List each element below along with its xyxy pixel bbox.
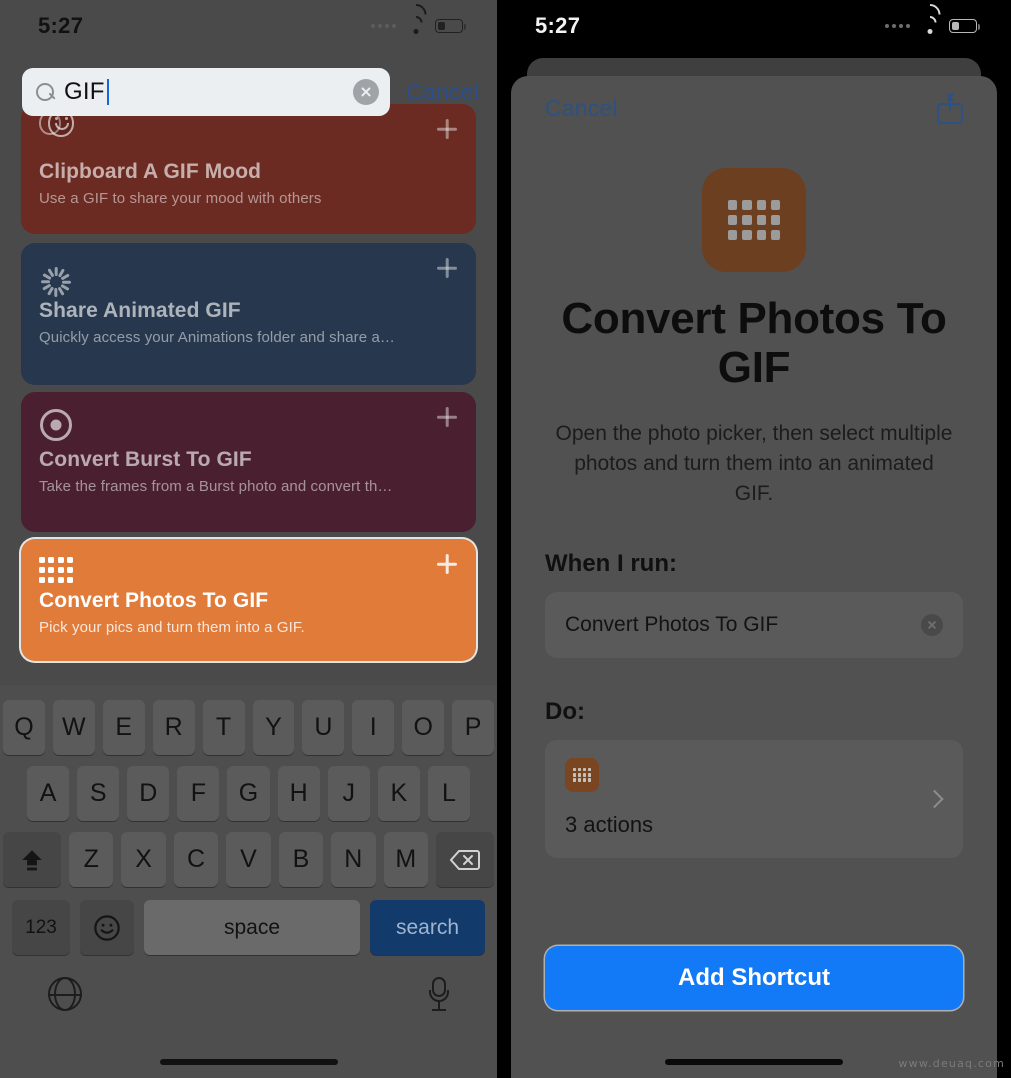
key-q[interactable]: Q bbox=[2, 700, 45, 755]
numbers-key[interactable]: 123 bbox=[12, 900, 70, 955]
keyboard-row-2: A S D F G H J K L bbox=[0, 755, 497, 821]
globe-icon[interactable] bbox=[47, 977, 83, 1011]
status-time: 5:27 bbox=[38, 13, 84, 38]
result-card-subtitle: Take the frames from a Burst photo and c… bbox=[39, 478, 393, 495]
result-card-share-animated-gif[interactable]: Share Animated GIF Quickly access your A… bbox=[21, 243, 476, 385]
key-z[interactable]: Z bbox=[69, 832, 114, 887]
search-icon bbox=[36, 82, 55, 102]
key-t[interactable]: T bbox=[202, 700, 245, 755]
sheet-header: Cancel bbox=[545, 76, 963, 140]
actions-count: 3 actions bbox=[565, 811, 654, 837]
key-k[interactable]: K bbox=[377, 766, 420, 821]
key-o[interactable]: O bbox=[402, 700, 445, 755]
space-key[interactable]: space bbox=[144, 900, 360, 955]
key-r[interactable]: R bbox=[152, 700, 195, 755]
key-a[interactable]: A bbox=[27, 766, 70, 821]
key-p[interactable]: P bbox=[452, 700, 495, 755]
key-i[interactable]: I bbox=[352, 700, 395, 755]
result-card-title: Convert Photos To GIF bbox=[39, 589, 269, 612]
shortcut-detail-sheet: Cancel Convert Photos To GIF Open the ph… bbox=[511, 76, 997, 1078]
burst-target-icon bbox=[39, 408, 458, 442]
keyboard-bottom-row bbox=[0, 955, 497, 1012]
status-indicators bbox=[371, 0, 467, 34]
when-i-run-field[interactable]: Convert Photos To GIF bbox=[545, 591, 963, 658]
grid-dots-icon bbox=[39, 555, 458, 583]
when-i-run-label: When I run: bbox=[545, 549, 677, 577]
result-card-title: Share Animated GIF bbox=[39, 299, 241, 322]
right-phone-screen: 5:27 Cancel Convert Photos To GIF Open t… bbox=[497, 0, 1011, 1078]
key-l[interactable]: L bbox=[427, 766, 470, 821]
status-bar-left: 5:27 bbox=[0, 0, 497, 52]
result-card-convert-photos-to-gif[interactable]: Convert Photos To GIF Pick your pics and… bbox=[21, 539, 476, 661]
key-j[interactable]: J bbox=[327, 766, 370, 821]
status-time: 5:27 bbox=[535, 13, 581, 38]
status-bar-right: 5:27 bbox=[497, 0, 1011, 52]
share-export-icon[interactable] bbox=[937, 92, 963, 124]
wifi-icon bbox=[400, 0, 431, 34]
result-card-clipboard-a-gif-mood[interactable]: Clipboard A GIF Mood Use a GIF to share … bbox=[21, 104, 476, 234]
key-g[interactable]: G bbox=[227, 766, 270, 821]
battery-low-icon bbox=[435, 19, 467, 33]
key-x[interactable]: X bbox=[121, 832, 166, 887]
add-shortcut-button[interactable]: Add Shortcut bbox=[545, 946, 963, 1010]
sparkle-icon bbox=[39, 259, 458, 297]
key-b[interactable]: B bbox=[278, 832, 324, 887]
signal-dots-icon bbox=[885, 24, 910, 28]
grid-dots-icon bbox=[728, 200, 780, 240]
chevron-right-icon[interactable] bbox=[925, 789, 944, 809]
search-bar-row: GIF Cancel bbox=[0, 68, 497, 116]
search-input[interactable]: GIF bbox=[22, 68, 391, 116]
key-f[interactable]: F bbox=[177, 766, 220, 821]
actions-row[interactable]: 3 actions bbox=[545, 739, 963, 858]
do-label: Do: bbox=[545, 697, 585, 725]
home-indicator[interactable] bbox=[665, 1059, 843, 1065]
cancel-search-button[interactable]: Cancel bbox=[406, 79, 479, 106]
key-y[interactable]: Y bbox=[252, 700, 295, 755]
text-cursor bbox=[106, 79, 110, 105]
key-h[interactable]: H bbox=[277, 766, 320, 821]
home-indicator[interactable] bbox=[159, 1059, 338, 1065]
watermark: www.deuaq.com bbox=[898, 1057, 1005, 1070]
search-input-value: GIF bbox=[64, 78, 110, 106]
shortcut-grid-icon bbox=[565, 757, 599, 792]
key-n[interactable]: N bbox=[331, 832, 376, 887]
key-s[interactable]: S bbox=[77, 766, 120, 821]
left-phone-screen: 5:27 GIF Cancel Clipboard A GIF Mood Use… bbox=[0, 0, 497, 1078]
theater-masks-icon bbox=[39, 109, 458, 154]
screenshot-stage: 5:27 GIF Cancel Clipboard A GIF Mood Use… bbox=[0, 0, 1011, 1078]
result-card-subtitle: Pick your pics and turn them into a GIF. bbox=[39, 619, 305, 636]
key-e[interactable]: E bbox=[102, 700, 145, 755]
shift-up-icon[interactable] bbox=[3, 832, 62, 887]
key-d[interactable]: D bbox=[127, 766, 170, 821]
cancel-button[interactable]: Cancel bbox=[545, 95, 618, 122]
shortcut-app-icon bbox=[702, 168, 806, 272]
when-i-run-value: Convert Photos To GIF bbox=[565, 612, 779, 636]
key-c[interactable]: C bbox=[173, 832, 219, 887]
search-key[interactable]: search bbox=[370, 900, 485, 955]
key-v[interactable]: V bbox=[226, 832, 271, 887]
status-indicators bbox=[885, 0, 981, 34]
keyboard-row-3: Z X C V B N M bbox=[0, 821, 497, 887]
result-card-subtitle: Quickly access your Animations folder an… bbox=[39, 329, 395, 346]
microphone-icon[interactable] bbox=[429, 977, 449, 1012]
shortcut-description: Open the photo picker, then select multi… bbox=[555, 421, 953, 506]
key-u[interactable]: U bbox=[302, 700, 345, 755]
keyboard-row-1: Q W E R T Y U I O P bbox=[0, 685, 497, 755]
emoji-smiley-icon[interactable] bbox=[80, 900, 134, 955]
result-card-convert-burst-to-gif[interactable]: Convert Burst To GIF Take the frames fro… bbox=[21, 392, 476, 532]
result-card-title: Clipboard A GIF Mood bbox=[39, 160, 262, 183]
keyboard-row-4: 123 space search bbox=[0, 887, 497, 955]
wifi-icon bbox=[914, 0, 945, 34]
signal-dots-icon bbox=[371, 24, 396, 28]
onscreen-keyboard[interactable]: Q W E R T Y U I O P A S D F G H J K L Z … bbox=[0, 685, 497, 1078]
backspace-icon[interactable] bbox=[435, 832, 494, 887]
key-w[interactable]: W bbox=[52, 700, 95, 755]
result-card-title: Convert Burst To GIF bbox=[39, 448, 252, 471]
clear-search-icon[interactable] bbox=[353, 79, 380, 105]
key-m[interactable]: M bbox=[383, 832, 428, 887]
result-card-subtitle: Use a GIF to share your mood with others bbox=[39, 190, 322, 207]
battery-low-icon bbox=[949, 19, 981, 33]
shortcut-title: Convert Photos To GIF bbox=[561, 294, 947, 393]
clear-circle-icon[interactable] bbox=[921, 613, 943, 636]
